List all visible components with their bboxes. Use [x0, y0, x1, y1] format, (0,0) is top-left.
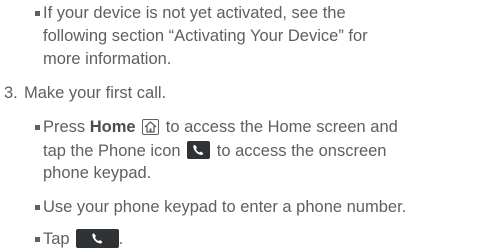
step-number: 3.: [4, 84, 18, 102]
bullet-2-line-3: phone keypad.: [43, 164, 152, 182]
bullet-2-line-2: tap the Phone icon to access the onscree…: [43, 141, 386, 161]
step-text: Make your first call.: [24, 84, 167, 102]
bullet-3-line-1: Use your phone keypad to enter a phone n…: [43, 198, 407, 216]
call-button-icon: [75, 229, 119, 248]
bullet-2-line-1-rest: to access the Home screen and: [161, 118, 398, 136]
tap-period: .: [118, 230, 124, 248]
home-key-label: Home: [89, 118, 136, 136]
bullet-marker: [35, 205, 40, 210]
bullet-1-line-1: If your device is not yet activated, see…: [43, 4, 346, 22]
bullet-marker: [35, 237, 40, 242]
bullet-marker: [35, 11, 40, 16]
bullet-marker: [35, 125, 40, 130]
press-text: Press: [43, 118, 90, 136]
bullet-1-line-3: more information.: [43, 50, 172, 68]
phone-app-icon: [187, 141, 211, 159]
home-icon: [142, 119, 160, 135]
tap-phone-text: tap the Phone icon: [43, 142, 186, 160]
bullet-1-line-2: following section “Activating Your Devic…: [43, 27, 368, 45]
bullet-2-line-2-rest: to access the onscreen: [212, 142, 387, 160]
bullet-2-line-1: Press Home to access the Home screen and: [43, 118, 398, 137]
tap-text: Tap: [43, 230, 70, 248]
bullet-4-line-1: Tap .: [43, 229, 123, 249]
